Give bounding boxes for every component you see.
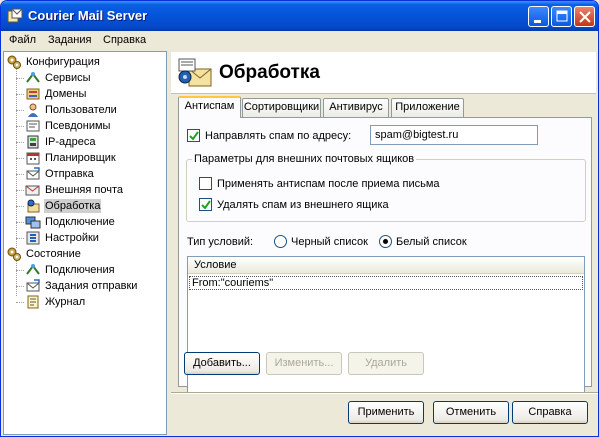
app-window: Courier Mail Server Файл Задания Справка… (0, 0, 599, 437)
tree-label: Псевдонимы (45, 120, 111, 132)
tree-label: Задания отправки (45, 280, 138, 292)
forward-address-input[interactable]: spam@bigtest.ru (370, 125, 538, 145)
window-title: Courier Mail Server (28, 8, 148, 23)
maximize-button[interactable] (551, 6, 572, 27)
title-bar[interactable]: Courier Mail Server (1, 1, 598, 31)
users-icon (28, 103, 38, 117)
connections-icon (26, 264, 40, 275)
tree-label: Журнал (45, 296, 86, 308)
menu-help[interactable]: Справка (103, 34, 146, 46)
menu-bar: Файл Задания Справка (1, 31, 598, 49)
domains-icon (26, 88, 40, 100)
tab-antivirus[interactable]: Антивирус (323, 98, 389, 117)
connection-icon (25, 216, 41, 229)
tree-label: Настройки (45, 232, 99, 244)
antispam-panel: Направлять спам по адресу: spam@bigtest.… (178, 117, 592, 394)
delete-button[interactable]: Удалить (348, 352, 424, 375)
processing-icon (27, 199, 40, 213)
checkmark-icon (201, 200, 211, 210)
aliases-icon (26, 120, 40, 132)
tree-label: Конфигурация (26, 56, 100, 68)
separator (171, 392, 598, 394)
close-button[interactable] (574, 6, 595, 27)
send-icon (26, 167, 40, 180)
delete-spam-label: Удалять спам из внешнего ящика (217, 199, 389, 211)
whitelist-label: Белый список (396, 236, 467, 248)
delete-spam-checkbox[interactable] (199, 198, 212, 211)
maximize-icon (556, 10, 568, 22)
menu-tasks[interactable]: Задания (48, 34, 91, 46)
condition-type-label: Тип условий: (187, 236, 254, 248)
send-jobs-icon (26, 279, 40, 292)
minimize-icon (534, 20, 541, 23)
external-mail-icon (25, 185, 40, 196)
services-icon (26, 72, 40, 83)
column-header-condition[interactable]: Условие (188, 257, 584, 274)
list-item[interactable]: From:"couriems" (189, 276, 583, 290)
tab-sorters[interactable]: Сортировщики (242, 98, 321, 117)
apply-after-checkbox[interactable] (199, 177, 212, 190)
cancel-button[interactable]: Отменить (433, 401, 509, 424)
tab-application[interactable]: Приложение (391, 98, 464, 117)
tree-label: Отправка (45, 168, 94, 180)
column-header-label: Условие (194, 259, 237, 271)
add-button[interactable]: Добавить... (184, 352, 260, 375)
tree-label: Сервисы (45, 72, 91, 84)
tree-label: Пользователи (45, 104, 117, 116)
checkmark-icon (189, 131, 199, 141)
tree-label: Планировщик (45, 152, 116, 164)
close-icon (579, 11, 591, 23)
tree-label: Состояние (26, 248, 81, 260)
blacklist-label: Черный список (291, 236, 368, 248)
tree-label: Внешняя почта (45, 184, 123, 196)
gears-icon (7, 247, 21, 261)
blacklist-radio[interactable] (274, 235, 287, 248)
group-title: Параметры для внешних почтовых ящиков (192, 153, 417, 166)
app-icon (7, 8, 23, 23)
page-title: Обработка (219, 62, 320, 83)
menu-file[interactable]: Файл (9, 34, 36, 46)
help-button[interactable]: Справка (512, 401, 588, 424)
forward-spam-checkbox[interactable] (187, 129, 200, 142)
settings-icon (26, 231, 40, 245)
whitelist-radio[interactable] (379, 235, 392, 248)
page-header: Обработка (171, 52, 596, 94)
forward-spam-label: Направлять спам по адресу: (205, 130, 352, 142)
tree-label: Обработка (44, 199, 102, 213)
tree-label: IP-адреса (45, 136, 96, 148)
details-pane: Обработка Антиспам Сортировщики Антивиру… (171, 50, 598, 436)
tree-label: Подключения (45, 264, 115, 276)
main-content: Конфигурация Сервисы Домены Пользователи… (1, 50, 598, 436)
gears-icon (7, 55, 21, 69)
tree-label: Подключение (45, 216, 115, 228)
tree-label: Домены (45, 88, 87, 100)
calendar-icon (26, 152, 40, 165)
tab-antispam[interactable]: Антиспам (178, 96, 241, 118)
log-icon (27, 295, 39, 309)
apply-after-label: Применять антиспам после приема письма (217, 178, 440, 190)
ip-addresses-icon (27, 135, 39, 149)
minimize-button[interactable] (528, 6, 549, 27)
apply-button[interactable]: Применить (348, 401, 424, 424)
edit-button[interactable]: Изменить... (266, 352, 342, 375)
navigation-tree[interactable]: Конфигурация Сервисы Домены Пользователи… (3, 51, 167, 435)
processing-header-icon (178, 58, 212, 87)
